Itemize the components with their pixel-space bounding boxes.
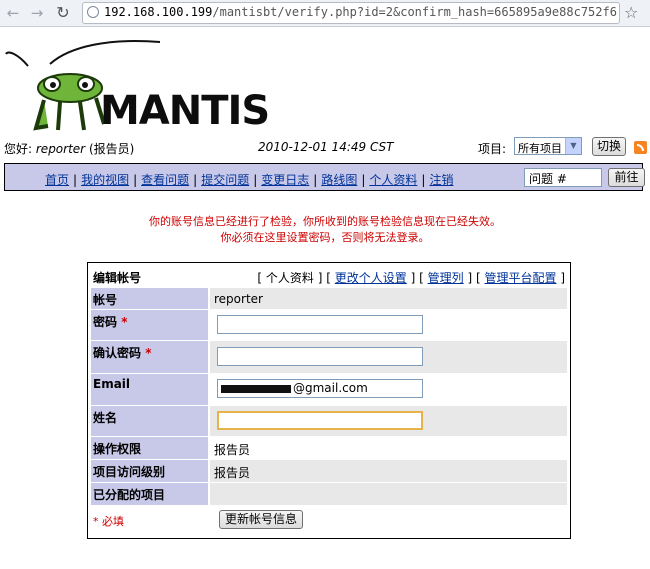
email-row: Email @gmail.com — [91, 374, 567, 405]
user-greeting: 您好: reporter (报告员) — [4, 140, 134, 157]
project-access-value: 报告员 — [210, 460, 567, 482]
menu-item-view-issues[interactable]: 查看问题 — [141, 173, 189, 187]
edit-account-form: 编辑帐号 [ 个人资料 ] [ 更改个人设置 ] [ 管理列 ] [ 管理平台配… — [87, 262, 571, 539]
assigned-projects-value — [210, 483, 567, 505]
logo-text: MANTIS — [100, 88, 270, 134]
account-links: [ 个人资料 ] [ 更改个人设置 ] [ 管理列 ] [ 管理平台配置 ] — [257, 271, 565, 285]
menu-item-logout[interactable]: 注销 — [429, 173, 453, 187]
back-arrow-icon[interactable]: ← — [4, 4, 22, 22]
confirm-password-input[interactable] — [217, 347, 423, 366]
change-preferences-link[interactable]: 更改个人设置 — [335, 271, 407, 285]
assigned-projects-label: 已分配的项目 — [91, 483, 208, 505]
current-user-role: (报告员) — [88, 142, 135, 156]
update-account-button[interactable]: 更新帐号信息 — [219, 510, 303, 529]
required-star: * — [121, 315, 128, 329]
username-row: 帐号 reporter — [91, 288, 567, 309]
reload-icon[interactable]: ↻ — [54, 4, 72, 22]
username-label: 帐号 — [91, 288, 208, 309]
required-note: * 必填 — [93, 515, 124, 528]
email-input[interactable]: @gmail.com — [217, 379, 423, 398]
form-title: 编辑帐号 — [93, 271, 142, 285]
menu-item-home[interactable]: 首页 — [45, 173, 69, 187]
address-url: 192.168.100.199/mantisbt/verify.php?id=2… — [104, 5, 617, 19]
confirm-password-row: 确认密码 * — [91, 341, 567, 373]
username-value: reporter — [210, 288, 567, 309]
manage-profiles-link[interactable]: 管理平台配置 — [484, 271, 556, 285]
main-menu: 首页 | 我的视图 | 查看问题 | 提交问题 | 变更日志 | 路线图 | 个人资料 | 注销 问题 # … — [4, 163, 645, 191]
email-label: Email — [91, 374, 208, 405]
access-level-label: 操作权限 — [91, 437, 208, 459]
menu-item-changelog[interactable]: 变更日志 — [261, 173, 309, 187]
current-datetime: 2010-12-01 14:49 CST — [258, 140, 394, 154]
jump-button[interactable]: 前往 — [608, 168, 645, 187]
issue-jump-input[interactable]: 问题 # — [524, 168, 602, 187]
realname-input[interactable] — [217, 411, 423, 430]
realname-row: 姓名 — [91, 406, 567, 436]
access-level-value: 报告员 — [210, 437, 567, 459]
switch-project-button[interactable]: 切换 — [592, 137, 626, 156]
required-star: * — [145, 346, 152, 360]
browser-toolbar: ← → ↻ 192.168.100.199/mantisbt/verify.ph… — [0, 0, 650, 27]
project-select[interactable]: 所有项目 ▼ — [514, 137, 582, 155]
project-access-label: 项目访问级别 — [91, 460, 208, 482]
realname-label: 姓名 — [91, 406, 208, 436]
confirm-password-cell — [210, 341, 567, 373]
mantis-logo[interactable]: MANTIS — [0, 36, 270, 136]
greeting-prefix: 您好: — [4, 142, 33, 156]
address-bar[interactable]: 192.168.100.199/mantisbt/verify.php?id=2… — [82, 2, 620, 24]
dropdown-arrow-icon: ▼ — [565, 138, 581, 154]
email-cell: @gmail.com — [210, 374, 567, 405]
menu-links: 首页 | 我的视图 | 查看问题 | 提交问题 | 变更日志 | 路线图 | 个人资料 | 注销 — [45, 173, 454, 187]
form-footer: * 必填 更新帐号信息 — [91, 506, 567, 536]
forward-arrow-icon[interactable]: → — [28, 4, 46, 22]
realname-cell — [210, 406, 567, 436]
access-level-row: 操作权限 报告员 — [91, 437, 567, 459]
password-input[interactable] — [217, 315, 423, 334]
confirm-password-label: 确认密码 * — [91, 341, 208, 373]
globe-icon — [87, 6, 99, 18]
menu-item-report-issue[interactable]: 提交问题 — [201, 173, 249, 187]
verify-warning-line1: 你的账号信息已经进行了检验，你所收到的账号检验信息现在已经失效。 — [149, 215, 501, 228]
redacted-block — [221, 384, 291, 393]
assigned-projects-row: 已分配的项目 — [91, 483, 567, 505]
bookmark-star-icon[interactable]: ☆ — [624, 3, 638, 22]
email-value: @gmail.com — [293, 381, 368, 395]
verify-warning-line2: 你必须在这里设置密码，否则将无法登录。 — [220, 231, 430, 244]
rss-feed-icon[interactable] — [634, 141, 647, 154]
project-access-row: 项目访问级别 报告员 — [91, 460, 567, 482]
project-label: 项目: — [478, 142, 507, 156]
password-row: 密码 * — [91, 310, 567, 340]
menu-item-roadmap[interactable]: 路线图 — [321, 173, 357, 187]
project-selected-value: 所有项目 — [518, 142, 562, 155]
menu-item-my-account[interactable]: 个人资料 — [369, 173, 417, 187]
manage-columns-link[interactable]: 管理列 — [428, 271, 464, 285]
form-title-row: 编辑帐号 [ 个人资料 ] [ 更改个人设置 ] [ 管理列 ] [ 管理平台配… — [91, 265, 567, 287]
account-profile-link: 个人资料 — [265, 271, 314, 285]
menu-item-my-view[interactable]: 我的视图 — [81, 173, 129, 187]
current-username: reporter — [35, 142, 86, 156]
password-cell — [210, 310, 567, 340]
password-label: 密码 * — [91, 310, 208, 340]
